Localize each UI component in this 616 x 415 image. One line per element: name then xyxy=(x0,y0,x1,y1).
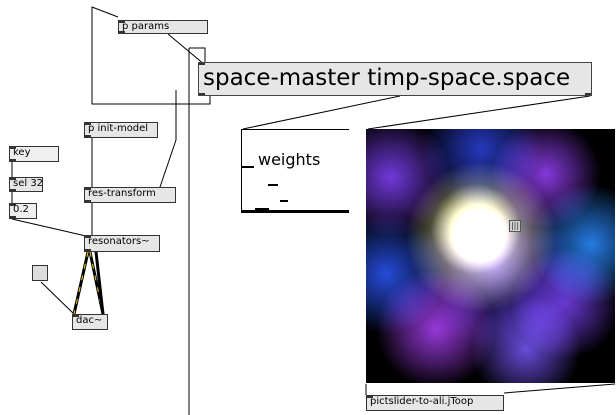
sel-label: sel 32 xyxy=(13,178,43,189)
key-object[interactable]: key xyxy=(9,146,59,162)
sel-object[interactable]: sel 32 xyxy=(9,177,43,192)
space-master-label: space-master timp-space.space xyxy=(203,65,571,91)
weights-bar-a xyxy=(268,184,278,186)
space-master-object[interactable]: space-master timp-space.space xyxy=(198,62,592,96)
p-init-model-label: p init-model xyxy=(88,123,149,134)
pictslider-to-ali-label: pictslider-to-ali.jToop xyxy=(370,396,474,407)
resonators-object[interactable]: resonators~ xyxy=(84,235,160,252)
weights-label: weights xyxy=(258,150,321,169)
weights-bar-b xyxy=(280,200,288,202)
grip-icon[interactable]: ||| xyxy=(509,220,521,232)
res-transform-object[interactable]: res-transform xyxy=(84,187,176,203)
p-params-object[interactable]: p params xyxy=(118,20,208,34)
message-0-2[interactable]: 0.2 xyxy=(9,203,37,219)
weights-bar-left xyxy=(242,166,254,168)
resonators-label: resonators~ xyxy=(88,236,150,247)
p-params-label: p params xyxy=(122,21,170,32)
space-canvas xyxy=(366,129,615,383)
weights-bar-c xyxy=(255,208,269,210)
p-init-model-object[interactable]: p init-model xyxy=(84,122,158,138)
pictslider-to-ali-object[interactable]: pictslider-to-ali.jToop xyxy=(366,395,504,411)
toggle-button[interactable] xyxy=(32,265,48,281)
res-transform-label: res-transform xyxy=(88,188,156,199)
dac-object[interactable]: dac~ xyxy=(72,314,108,330)
pictslider-space[interactable] xyxy=(366,129,615,383)
dac-label: dac~ xyxy=(76,315,103,326)
weights-display[interactable]: weights xyxy=(241,129,349,213)
